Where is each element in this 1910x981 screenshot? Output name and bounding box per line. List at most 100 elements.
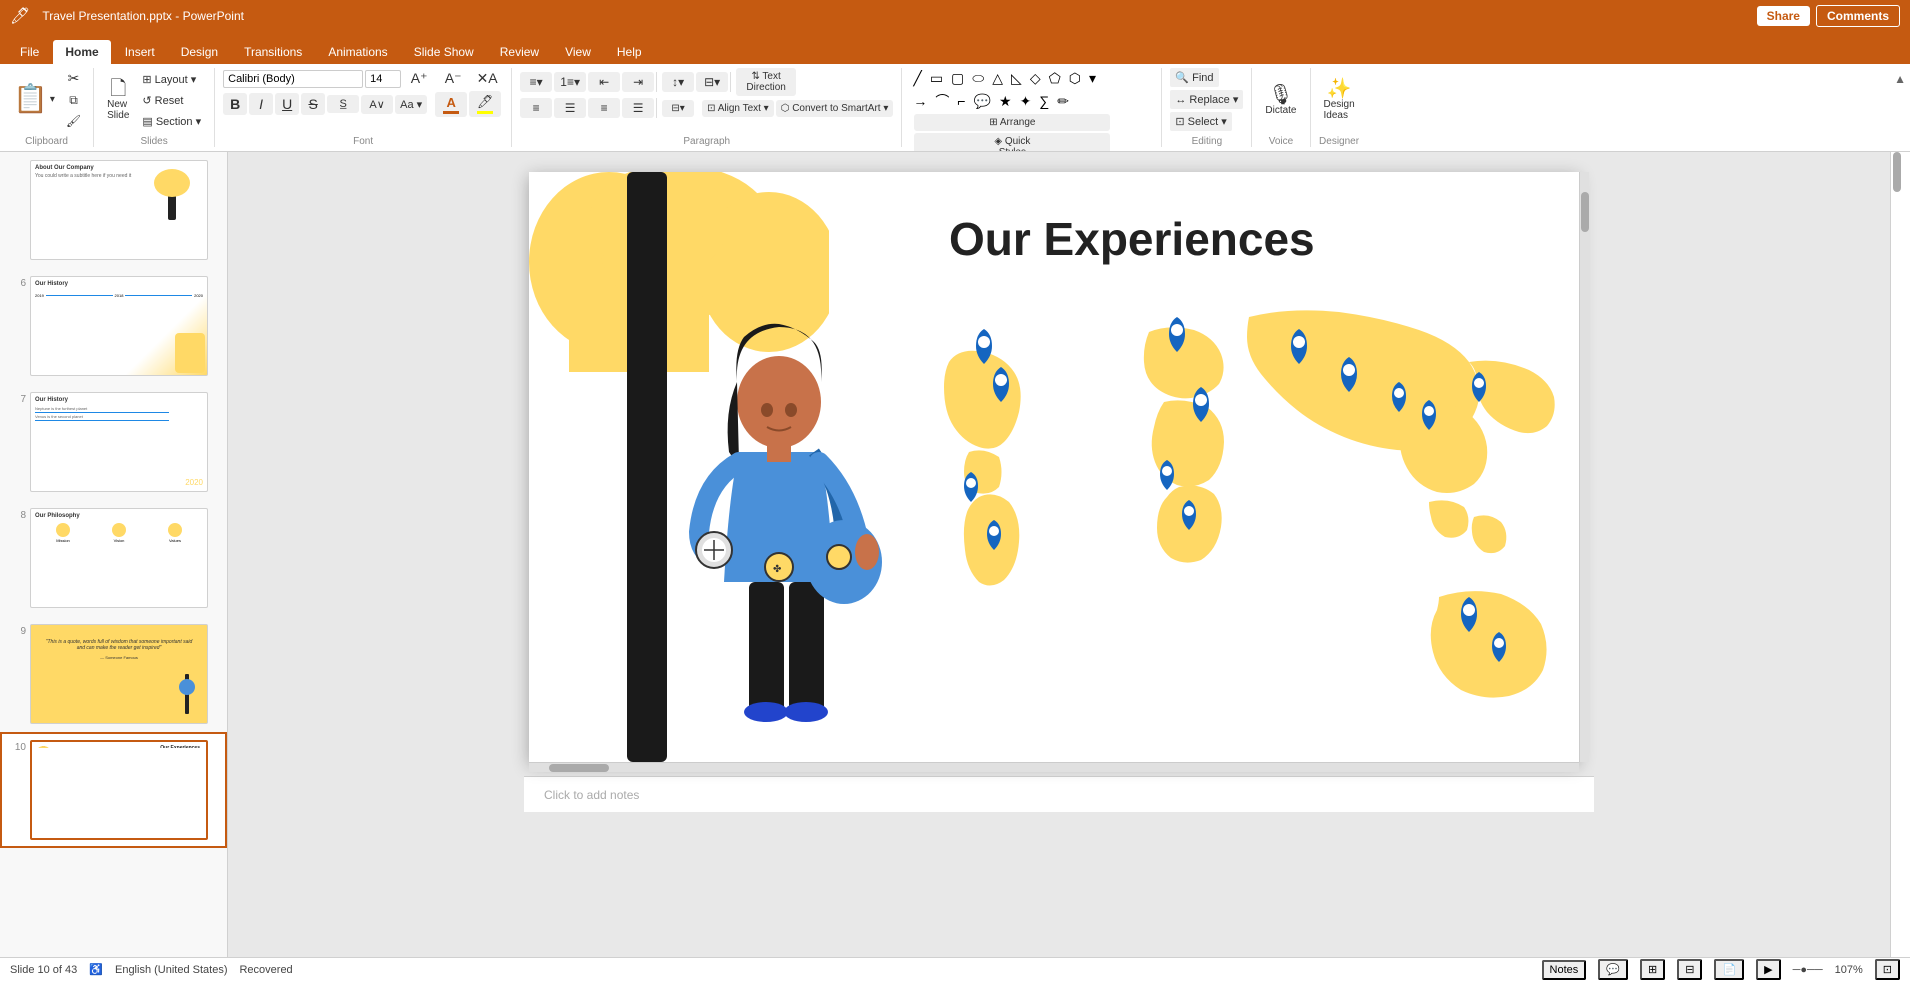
slide-item-7[interactable]: 7 Our History Neptune is the furthest pl… <box>0 384 227 500</box>
layout-button[interactable]: ⊞ Layout ▾ <box>137 70 206 89</box>
select-button[interactable]: ⊡ Select ▾ <box>1170 112 1231 131</box>
shape-round-rect[interactable]: ▢ <box>948 68 967 89</box>
font-color-button[interactable]: A <box>435 92 467 117</box>
col-spacing-button[interactable]: ⊟▾ <box>662 100 694 117</box>
shape-diamond[interactable]: ◇ <box>1027 68 1044 89</box>
highlight-button[interactable]: 🖊 <box>469 91 501 117</box>
right-scrollbar-thumb[interactable] <box>1893 152 1901 192</box>
share-button[interactable]: Share <box>1757 6 1810 26</box>
paste-button[interactable]: 📋 ▾ <box>8 82 60 116</box>
arrange-button[interactable]: ⊞ Arrange <box>914 114 1110 131</box>
quick-styles-button[interactable]: ◈ QuickStyles <box>914 133 1110 152</box>
cut-button[interactable]: ✂ <box>62 68 85 89</box>
font-size-input[interactable] <box>365 70 401 88</box>
format-painter-button[interactable]: 🖌 <box>62 112 85 130</box>
tab-slideshow[interactable]: Slide Show <box>402 40 486 64</box>
tab-help[interactable]: Help <box>605 40 654 64</box>
shape-freeform[interactable]: ✏ <box>1054 91 1072 112</box>
dictate-button[interactable]: 🎙 Dictate <box>1260 82 1301 119</box>
shape-rect[interactable]: ▭ <box>927 68 946 89</box>
text-direction-icon: ⇅ Text Direction <box>741 71 791 93</box>
italic-button[interactable]: I <box>249 93 273 115</box>
shape-equation[interactable]: ∑ <box>1036 91 1052 112</box>
strikethrough-button[interactable]: S <box>301 93 325 115</box>
shadow-button[interactable]: S̲ <box>327 95 359 113</box>
fit-slide-button[interactable]: ⊡ <box>1875 959 1900 980</box>
align-left-button[interactable]: ≡ <box>520 98 552 118</box>
shape-oval[interactable]: ⬭ <box>969 68 987 89</box>
replace-button[interactable]: ↔ Replace ▾ <box>1170 90 1243 109</box>
slideshow-view-button[interactable]: ▶ <box>1756 959 1780 980</box>
slide-item-6[interactable]: 6 Our History 2019 2018 2020 <box>0 268 227 384</box>
shape-connector[interactable]: ⌐ <box>954 91 968 112</box>
shape-line[interactable]: ╱ <box>910 68 924 89</box>
tab-design[interactable]: Design <box>169 40 230 64</box>
shape-hexagon[interactable]: ⬡ <box>1066 68 1084 89</box>
shape-arrow[interactable]: → <box>910 91 930 112</box>
bold-button[interactable]: B <box>223 93 247 115</box>
shape-curved[interactable]: ⌒ <box>932 91 952 112</box>
text-direction-button[interactable]: ⇅ Text Direction <box>736 68 796 96</box>
columns-button[interactable]: ⊟▾ <box>696 72 728 92</box>
slide-item-5[interactable]: About Our Company You could write a subt… <box>0 152 227 268</box>
ribbon-collapse-button[interactable]: ▲ <box>1890 68 1910 147</box>
find-button[interactable]: 🔍 Find <box>1170 68 1218 87</box>
section-button[interactable]: ▤ Section ▾ <box>137 112 206 131</box>
design-ideas-button[interactable]: ✨ DesignIdeas <box>1319 76 1360 124</box>
canvas-area[interactable]: ✤ Our Experiences <box>228 152 1890 957</box>
change-case-button[interactable]: Aa ▾ <box>395 95 427 114</box>
shape-pentagon[interactable]: ⬠ <box>1046 68 1064 89</box>
new-slide-button[interactable]: 🗋 NewSlide <box>102 76 134 124</box>
comments-button[interactable]: Comments <box>1816 5 1900 27</box>
increase-font-button[interactable]: A⁺ <box>403 68 435 89</box>
font-name-input[interactable] <box>223 70 363 88</box>
decrease-indent-button[interactable]: ⇤ <box>588 72 620 92</box>
increase-indent-button[interactable]: ⇥ <box>622 72 654 92</box>
slide-sorter-button[interactable]: ⊟ <box>1677 959 1702 980</box>
char-spacing-button[interactable]: A∨ <box>361 95 393 114</box>
shape-right-triangle[interactable]: ◺ <box>1008 68 1025 89</box>
bullets-button[interactable]: ≡▾ <box>520 72 552 92</box>
shape-misc[interactable]: ✦ <box>1017 91 1035 112</box>
line-spacing-button[interactable]: ↕▾ <box>662 72 694 92</box>
justify-button[interactable]: ☰ <box>622 98 654 118</box>
copy-button[interactable]: ⧉ <box>62 91 85 110</box>
tab-file[interactable]: File <box>8 40 51 64</box>
shape-triangle[interactable]: △ <box>989 68 1006 89</box>
decrease-font-button[interactable]: A⁻ <box>437 68 469 89</box>
slide-item-10[interactable]: 10 Our Experiences <box>0 732 227 848</box>
shape-callout[interactable]: 💬 <box>971 91 994 112</box>
tab-insert[interactable]: Insert <box>113 40 167 64</box>
tab-home[interactable]: Home <box>53 40 110 64</box>
notes-area[interactable]: Click to add notes <box>524 776 1594 812</box>
horizontal-scrollbar[interactable] <box>529 762 1579 772</box>
vertical-scrollbar[interactable] <box>1579 172 1589 762</box>
vertical-scrollbar-thumb[interactable] <box>1581 192 1589 232</box>
reading-view-button[interactable]: 📄 <box>1714 959 1744 980</box>
tab-view[interactable]: View <box>553 40 603 64</box>
horizontal-scrollbar-thumb[interactable] <box>549 764 609 772</box>
ribbon-group-paragraph: ≡▾ 1≡▾ ⇤ ⇥ ↕▾ ⊟▾ ⇅ Text Direction ≡ ☰ ≡ … <box>512 68 902 147</box>
comments-status-button[interactable]: 💬 <box>1598 959 1628 980</box>
notes-button[interactable]: Notes <box>1542 960 1587 980</box>
clear-format-button[interactable]: ✕A <box>471 68 503 89</box>
zoom-slider[interactable]: ─●── <box>1793 964 1823 976</box>
reset-button[interactable]: ↺ Reset <box>137 91 206 110</box>
shape-more[interactable]: ▾ <box>1086 68 1099 89</box>
normal-view-button[interactable]: ⊞ <box>1640 959 1665 980</box>
convert-smartart-button[interactable]: ⬡ Convert to SmartArt ▾ <box>776 100 894 117</box>
slide-canvas[interactable]: ✤ Our Experiences <box>529 172 1579 762</box>
tab-animations[interactable]: Animations <box>316 40 399 64</box>
accessibility-icon[interactable]: ♿ <box>89 963 103 976</box>
align-center-button[interactable]: ☰ <box>554 98 586 118</box>
shape-star[interactable]: ★ <box>996 91 1015 112</box>
numbering-button[interactable]: 1≡▾ <box>554 72 586 92</box>
tab-review[interactable]: Review <box>488 40 551 64</box>
slide-item-9[interactable]: 9 "This is a quote, words full of wisdom… <box>0 616 227 732</box>
align-text-button[interactable]: ⊡ Align Text ▾ <box>702 100 774 117</box>
paste-icon: 📋 <box>13 85 48 113</box>
tab-transitions[interactable]: Transitions <box>232 40 314 64</box>
slide-item-8[interactable]: 8 Our Philosophy Mission Vision <box>0 500 227 616</box>
underline-button[interactable]: U <box>275 93 299 115</box>
align-right-button[interactable]: ≡ <box>588 98 620 118</box>
